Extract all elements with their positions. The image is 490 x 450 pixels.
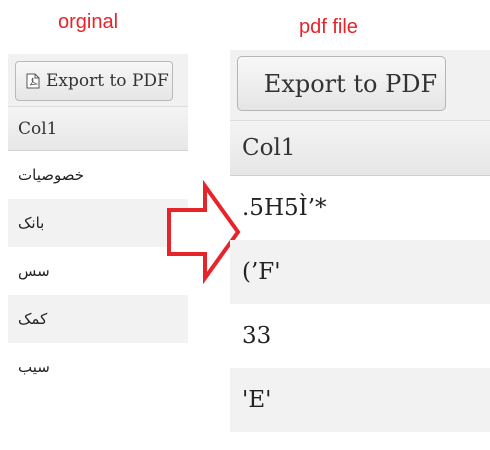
pdf-export-button: Export to PDF — [237, 56, 446, 111]
export-pdf-button[interactable]: Export to PDF — [15, 61, 173, 101]
table-row: 33 — [242, 323, 272, 349]
pdf-rows: .5H5Ì’* (’F' 33 'E' — [230, 176, 490, 432]
original-caption: orginal — [58, 11, 119, 33]
table-row: 'E' — [230, 368, 490, 432]
pdf-caption: pdf file — [299, 16, 358, 38]
pdf-toolbar: Export to PDF — [230, 50, 490, 121]
pdf-grid-panel: Export to PDF Col1 .5H5Ì’* (’F' 33 'E' — [230, 50, 490, 434]
original-toolbar: Export to PDF — [8, 54, 188, 107]
table-row[interactable]: سیب — [8, 343, 188, 391]
pdf-export-button-label: Export to PDF — [263, 69, 438, 98]
table-row[interactable]: کمک — [8, 295, 188, 343]
pdf-file-icon — [26, 73, 40, 89]
table-row: .5H5Ì’* — [242, 195, 327, 221]
pdf-column-header-col1: Col1 — [230, 121, 490, 176]
column-header-col1[interactable]: Col1 — [8, 107, 188, 151]
table-row: (’F' — [230, 240, 490, 304]
export-button-label: Export to PDF — [46, 71, 169, 91]
